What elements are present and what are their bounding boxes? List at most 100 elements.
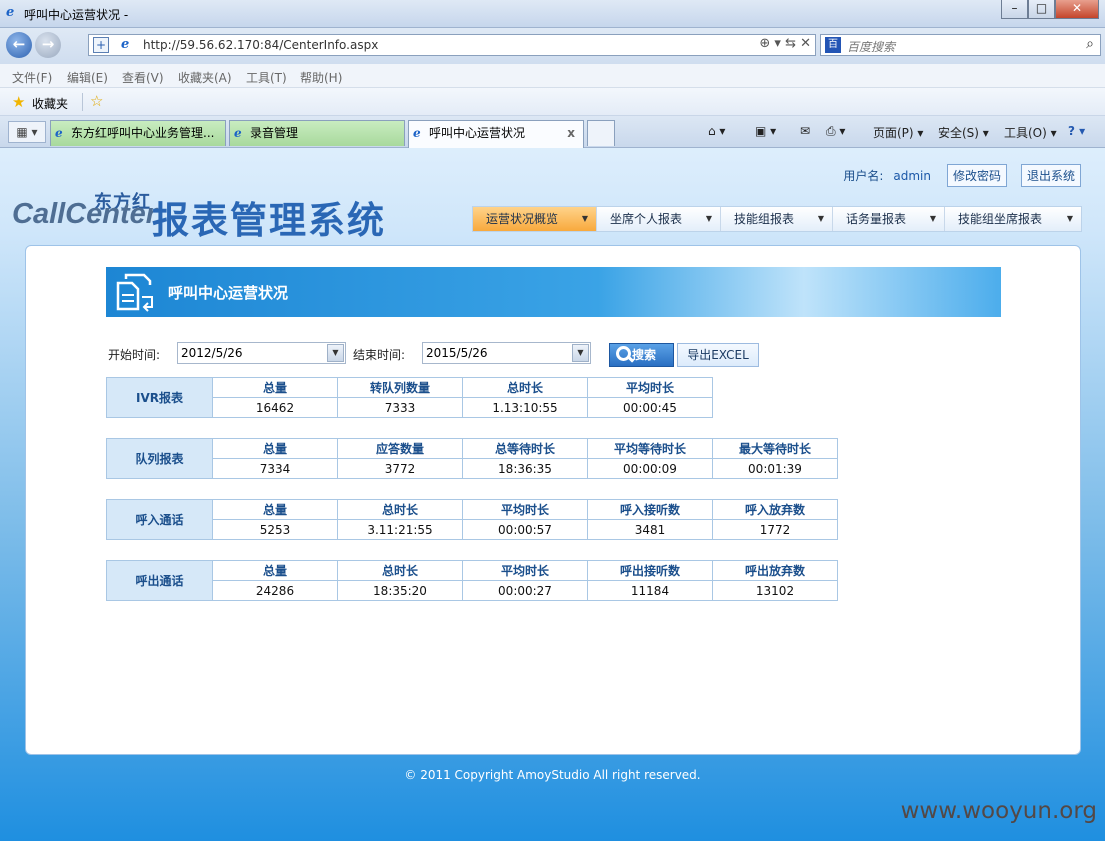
help-icon[interactable]: ? ▾ xyxy=(1068,124,1085,138)
forward-icon[interactable]: → xyxy=(35,32,61,58)
menu-edit[interactable]: 编辑(E) xyxy=(67,69,108,86)
nav-agent-report[interactable]: 坐席个人报表 ▼ xyxy=(597,207,721,231)
brand-callcenter: CallCenter xyxy=(12,198,158,230)
tab-ie-icon: e xyxy=(413,126,421,140)
address-bar: ← → + e http://59.56.62.170:84/CenterInf… xyxy=(0,28,1105,64)
chevron-down-icon[interactable]: ▼ xyxy=(572,344,589,362)
home-icon[interactable]: ⌂ ▾ xyxy=(708,124,725,138)
column-header: 总量 xyxy=(212,377,338,398)
end-time-label: 结束时间: xyxy=(353,348,406,362)
window-titlebar: e 呼叫中心运营状况 - – □ ✕ xyxy=(0,0,1105,28)
queue-report-table: 队列报表 总量 应答数量 总等待时长 平均等待时长 最大等待时长 7334 37… xyxy=(106,438,838,479)
column-header: 平均时长 xyxy=(462,499,588,520)
copyright-footer: © 2011 Copyright AmoyStudio All right re… xyxy=(404,768,701,782)
ie-icon: e xyxy=(6,5,15,20)
search-field[interactable]: 百 百度搜索 ⌕ xyxy=(820,34,1101,56)
magnifier-icon xyxy=(616,346,631,361)
column-header: 总量 xyxy=(212,438,338,459)
feeds-icon[interactable]: ▣ ▾ xyxy=(755,124,776,138)
dropdown-arrow-icon: ▼ xyxy=(817,214,824,223)
nav-skillgroup-agent-report[interactable]: 技能组坐席报表 ▼ xyxy=(945,207,1081,231)
table-cell: 3481 xyxy=(587,519,713,540)
nav-skillgroup-report[interactable]: 技能组报表 ▼ xyxy=(721,207,833,231)
column-header: 平均等待时长 xyxy=(587,438,713,459)
favorites-button[interactable]: 收藏夹 xyxy=(32,95,68,112)
table-cell: 11184 xyxy=(587,580,713,601)
column-header: 应答数量 xyxy=(337,438,463,459)
report-title: 队列报表 xyxy=(106,438,213,479)
outbound-report-table: 呼出通话 总量 总时长 平均时长 呼出接听数 呼出放弃数 24286 18:35… xyxy=(106,560,838,601)
nav-traffic-report[interactable]: 话务量报表 ▼ xyxy=(833,207,945,231)
minimize-icon[interactable]: – xyxy=(1001,0,1028,19)
menu-file[interactable]: 文件(F) xyxy=(12,69,52,86)
quick-tabs-icon[interactable]: ▦ ▾ xyxy=(8,121,46,143)
main-panel: 呼叫中心运营状况 开始时间: 2012/5/26 ▼ 结束时间: 2015/5/… xyxy=(25,245,1081,755)
tab-bar: ▦ ▾ e 东方红呼叫中心业务管理... e 录音管理 e 呼叫中心运营状况 x… xyxy=(0,116,1105,148)
new-tab-button[interactable] xyxy=(587,120,615,146)
dropdown-arrow-icon: ▼ xyxy=(1066,214,1073,223)
end-time-select[interactable]: 2015/5/26 ▼ xyxy=(422,342,591,364)
chevron-down-icon[interactable]: ▼ xyxy=(327,344,344,362)
column-header: 呼入放弃数 xyxy=(712,499,838,520)
search-icon[interactable]: ⌕ xyxy=(1086,36,1094,52)
maximize-icon[interactable]: □ xyxy=(1028,0,1055,19)
close-tab-icon[interactable]: x xyxy=(567,121,575,145)
safety-menu-label: 安全(S) xyxy=(938,126,979,140)
table-cell: 3.11:21:55 xyxy=(337,519,463,540)
tab-label: 东方红呼叫中心业务管理... xyxy=(71,126,215,140)
nav-label: 坐席个人报表 xyxy=(610,212,683,226)
search-button-label: 搜索 xyxy=(632,348,657,362)
table-cell: 7333 xyxy=(337,397,463,418)
favorites-bar: ★ 收藏夹 ☆ xyxy=(0,88,1105,116)
column-header: 总时长 xyxy=(337,499,463,520)
page-ie-icon: e xyxy=(121,37,130,52)
back-icon[interactable]: ← xyxy=(6,32,32,58)
tools-menu-label: 工具(O) xyxy=(1004,126,1047,140)
logout-button[interactable]: 退出系统 xyxy=(1020,164,1081,187)
menu-tools[interactable]: 工具(T) xyxy=(246,69,287,86)
brand-title: 报表管理系统 xyxy=(152,199,386,242)
tab-ie-icon: e xyxy=(55,126,63,140)
window-title: 呼叫中心运营状况 - xyxy=(24,8,129,22)
baidu-icon: 百 xyxy=(825,37,841,53)
change-password-button[interactable]: 修改密码 xyxy=(946,164,1007,187)
start-time-label: 开始时间: xyxy=(108,348,161,362)
menu-favorites[interactable]: 收藏夹(A) xyxy=(178,69,232,86)
add-favorite-icon[interactable]: ☆ xyxy=(90,92,103,110)
ivr-report-table: IVR报表 总量 转队列数量 总时长 平均时长 16462 7333 1.13:… xyxy=(106,377,713,418)
table-cell: 13102 xyxy=(712,580,838,601)
nav-operation-overview[interactable]: 运营状况概览 ▼ xyxy=(473,207,597,231)
page-menu-label: 页面(P) xyxy=(873,126,914,140)
close-window-icon[interactable]: ✕ xyxy=(1055,0,1099,19)
mail-icon[interactable]: ✉ xyxy=(800,124,810,138)
menu-view[interactable]: 查看(V) xyxy=(122,69,164,86)
start-time-value: 2012/5/26 xyxy=(181,346,243,360)
tab-ie-icon: e xyxy=(234,126,242,140)
search-button[interactable]: 搜索 xyxy=(609,343,674,367)
refresh-stop-icons[interactable]: ⊕ ▾ ⇆ ✕ xyxy=(759,36,811,51)
table-cell: 00:00:57 xyxy=(462,519,588,540)
tab-center-status[interactable]: e 呼叫中心运营状况 x xyxy=(408,120,584,148)
tab-business[interactable]: e 东方红呼叫中心业务管理... xyxy=(50,120,226,146)
print-icon[interactable]: ⎙ ▾ xyxy=(826,124,845,139)
column-header: 总等待时长 xyxy=(462,438,588,459)
column-header: 转队列数量 xyxy=(337,377,463,398)
safety-menu[interactable]: 安全(S) ▾ xyxy=(938,124,989,141)
table-cell: 18:36:35 xyxy=(462,458,588,479)
nav-label: 技能组报表 xyxy=(734,212,795,226)
menu-help[interactable]: 帮助(H) xyxy=(300,69,342,86)
start-time-select[interactable]: 2012/5/26 ▼ xyxy=(177,342,346,364)
url-field[interactable]: + e http://59.56.62.170:84/CenterInfo.as… xyxy=(88,34,816,56)
tab-recording[interactable]: e 录音管理 xyxy=(229,120,405,146)
username-label: 用户名: xyxy=(843,169,884,183)
export-excel-button[interactable]: 导出EXCEL xyxy=(677,343,759,367)
favorites-star-icon[interactable]: ★ xyxy=(12,93,25,111)
tools-menu[interactable]: 工具(O) ▾ xyxy=(1004,124,1057,141)
url-text: http://59.56.62.170:84/CenterInfo.aspx xyxy=(143,38,379,52)
panel-banner: 呼叫中心运营状况 xyxy=(106,267,1001,317)
column-header: 总时长 xyxy=(462,377,588,398)
end-time-value: 2015/5/26 xyxy=(426,346,488,360)
page-content: 东方红 CallCenter 报表管理系统 用户名: admin 修改密码 退出… xyxy=(0,148,1105,841)
page-menu[interactable]: 页面(P) ▾ xyxy=(873,124,923,141)
compat-icon[interactable]: + xyxy=(93,37,109,53)
